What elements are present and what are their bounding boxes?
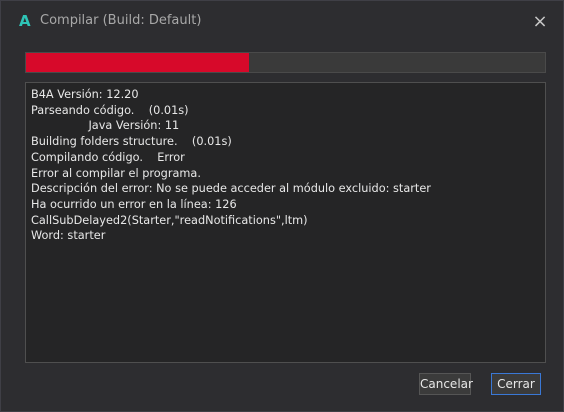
log-line: Word: starter xyxy=(31,229,106,243)
title-bar: A Compilar (Build: Default) × xyxy=(1,1,563,41)
close-button[interactable]: Cerrar xyxy=(491,373,541,395)
log-line: Building folders structure. (0.01s) xyxy=(31,135,232,149)
cancel-button[interactable]: Cancelar xyxy=(419,373,473,395)
log-line: Error al compilar el programa. xyxy=(31,166,201,180)
compile-progress-bar xyxy=(25,52,546,73)
window-title: Compilar (Build: Default) xyxy=(40,13,202,28)
log-line: Java Versión: 11 xyxy=(31,119,180,133)
log-line: Ha ocurrido un error en la línea: 126 xyxy=(31,197,237,211)
compile-dialog: A Compilar (Build: Default) × B4A Versió… xyxy=(0,0,564,412)
b4a-app-icon: A xyxy=(19,12,31,30)
log-line: B4A Versión: 12.20 xyxy=(31,88,139,101)
progress-fill xyxy=(26,53,250,72)
log-line: CallSubDelayed2(Starter,"readNotificatio… xyxy=(31,213,308,227)
log-line: Compilando código. Error xyxy=(31,150,185,164)
close-icon[interactable]: × xyxy=(529,11,551,33)
log-line: Parseando código. (0.01s) xyxy=(31,103,189,117)
log-line: Descripción del error: No se puede acced… xyxy=(31,182,431,196)
compile-log[interactable]: B4A Versión: 12.20 Parseando código. (0.0… xyxy=(25,82,546,363)
